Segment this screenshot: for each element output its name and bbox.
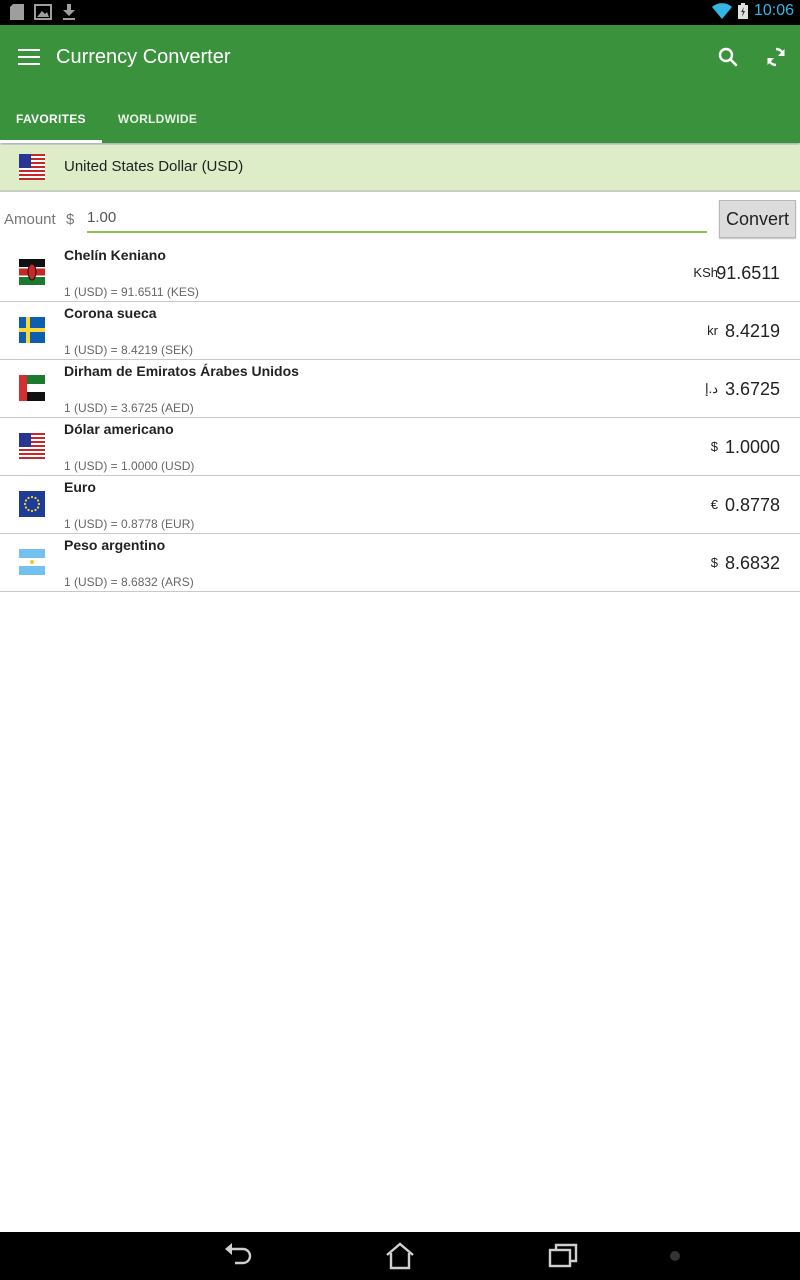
currency-name: Corona sueca [64, 305, 157, 321]
currency-rate: 1 (USD) = 3.6725 (AED) [64, 401, 194, 415]
currency-symbol: KSh [693, 265, 718, 280]
currency-row-ars[interactable]: Peso argentino 1 (USD) = 8.6832 (ARS) $ … [0, 534, 800, 592]
download-icon [63, 4, 75, 20]
kenya-flag-icon [19, 259, 45, 285]
currency-value: 1.0000 [724, 437, 780, 457]
currency-symbol: د.إ [704, 381, 718, 396]
recent-apps-icon[interactable] [546, 1240, 580, 1272]
app-title: Currency Converter [56, 46, 231, 68]
base-currency-label: United States Dollar (USD) [64, 158, 244, 175]
currency-symbol: $ [710, 439, 718, 454]
currency-rate: 1 (USD) = 0.8778 (EUR) [64, 517, 195, 531]
tab-favorites[interactable]: FAVORITES [0, 97, 102, 143]
back-icon[interactable] [221, 1240, 255, 1272]
currency-rate: 1 (USD) = 8.6832 (ARS) [64, 575, 194, 589]
currency-name: Dirham de Emiratos Árabes Unidos [64, 363, 299, 379]
search-icon[interactable] [716, 45, 740, 69]
currency-row-eur[interactable]: Euro 1 (USD) = 0.8778 (EUR) € 0.8778 [0, 476, 800, 534]
currency-name: Euro [64, 479, 96, 495]
currency-symbol: $ [710, 555, 718, 570]
tab-worldwide[interactable]: WORLDWIDE [102, 97, 213, 141]
currency-rate: 1 (USD) = 8.4219 (SEK) [64, 343, 194, 357]
currency-name: Peso argentino [64, 537, 166, 553]
menu-dot-icon[interactable] [660, 1240, 694, 1272]
currency-row-sek[interactable]: Corona sueca 1 (USD) = 8.4219 (SEK) kr 8… [0, 302, 800, 360]
currency-value: 8.4219 [724, 321, 780, 341]
refresh-icon[interactable] [764, 45, 788, 69]
sd-card-icon [10, 4, 24, 20]
home-icon[interactable] [383, 1240, 417, 1272]
convert-button[interactable]: Convert [719, 200, 796, 238]
currency-name: Dólar americano [64, 421, 174, 437]
base-currency-selector[interactable]: United States Dollar (USD) [0, 145, 800, 192]
battery-icon [737, 3, 748, 19]
us-flag-icon [19, 154, 45, 180]
currency-symbol: € [710, 497, 718, 512]
argentina-flag-icon [19, 549, 45, 575]
status-bar: 10:06 [0, 0, 800, 25]
us-flag-icon [19, 433, 45, 459]
notification-icons [10, 4, 76, 20]
currency-row-usd[interactable]: Dólar americano 1 (USD) = 1.0000 (USD) $… [0, 418, 800, 476]
currency-value: 0.8778 [724, 495, 780, 515]
currency-rate: 1 (USD) = 91.6511 (KES) [64, 285, 199, 299]
currency-name: Chelín Keniano [64, 247, 166, 263]
amount-input[interactable] [87, 203, 707, 233]
wifi-icon [711, 3, 732, 19]
currency-list: Chelín Keniano 1 (USD) = 91.6511 (KES) K… [0, 244, 800, 592]
currency-symbol: kr [707, 323, 718, 338]
eu-flag-icon [19, 491, 45, 517]
app-bar: Currency Converter FAVORITES WORLDWIDE [0, 25, 800, 143]
currency-row-aed[interactable]: Dirham de Emiratos Árabes Unidos 1 (USD)… [0, 360, 800, 418]
amount-currency-symbol: $ [66, 211, 75, 228]
currency-row-kes[interactable]: Chelín Keniano 1 (USD) = 91.6511 (KES) K… [0, 244, 800, 302]
amount-row: Amount $ Convert [0, 195, 800, 241]
sweden-flag-icon [19, 317, 45, 343]
currency-value: 8.6832 [724, 553, 780, 573]
image-icon [34, 4, 52, 20]
status-time: 10:06 [753, 2, 794, 19]
currency-value: 91.6511 [716, 263, 780, 283]
system-navigation-bar [0, 1232, 800, 1280]
tab-bar: FAVORITES WORLDWIDE [0, 97, 213, 143]
currency-rate: 1 (USD) = 1.0000 (USD) [64, 459, 195, 473]
amount-label: Amount [4, 211, 56, 228]
uae-flag-icon [19, 375, 45, 401]
menu-icon[interactable] [18, 49, 40, 67]
currency-value: 3.6725 [724, 379, 780, 399]
